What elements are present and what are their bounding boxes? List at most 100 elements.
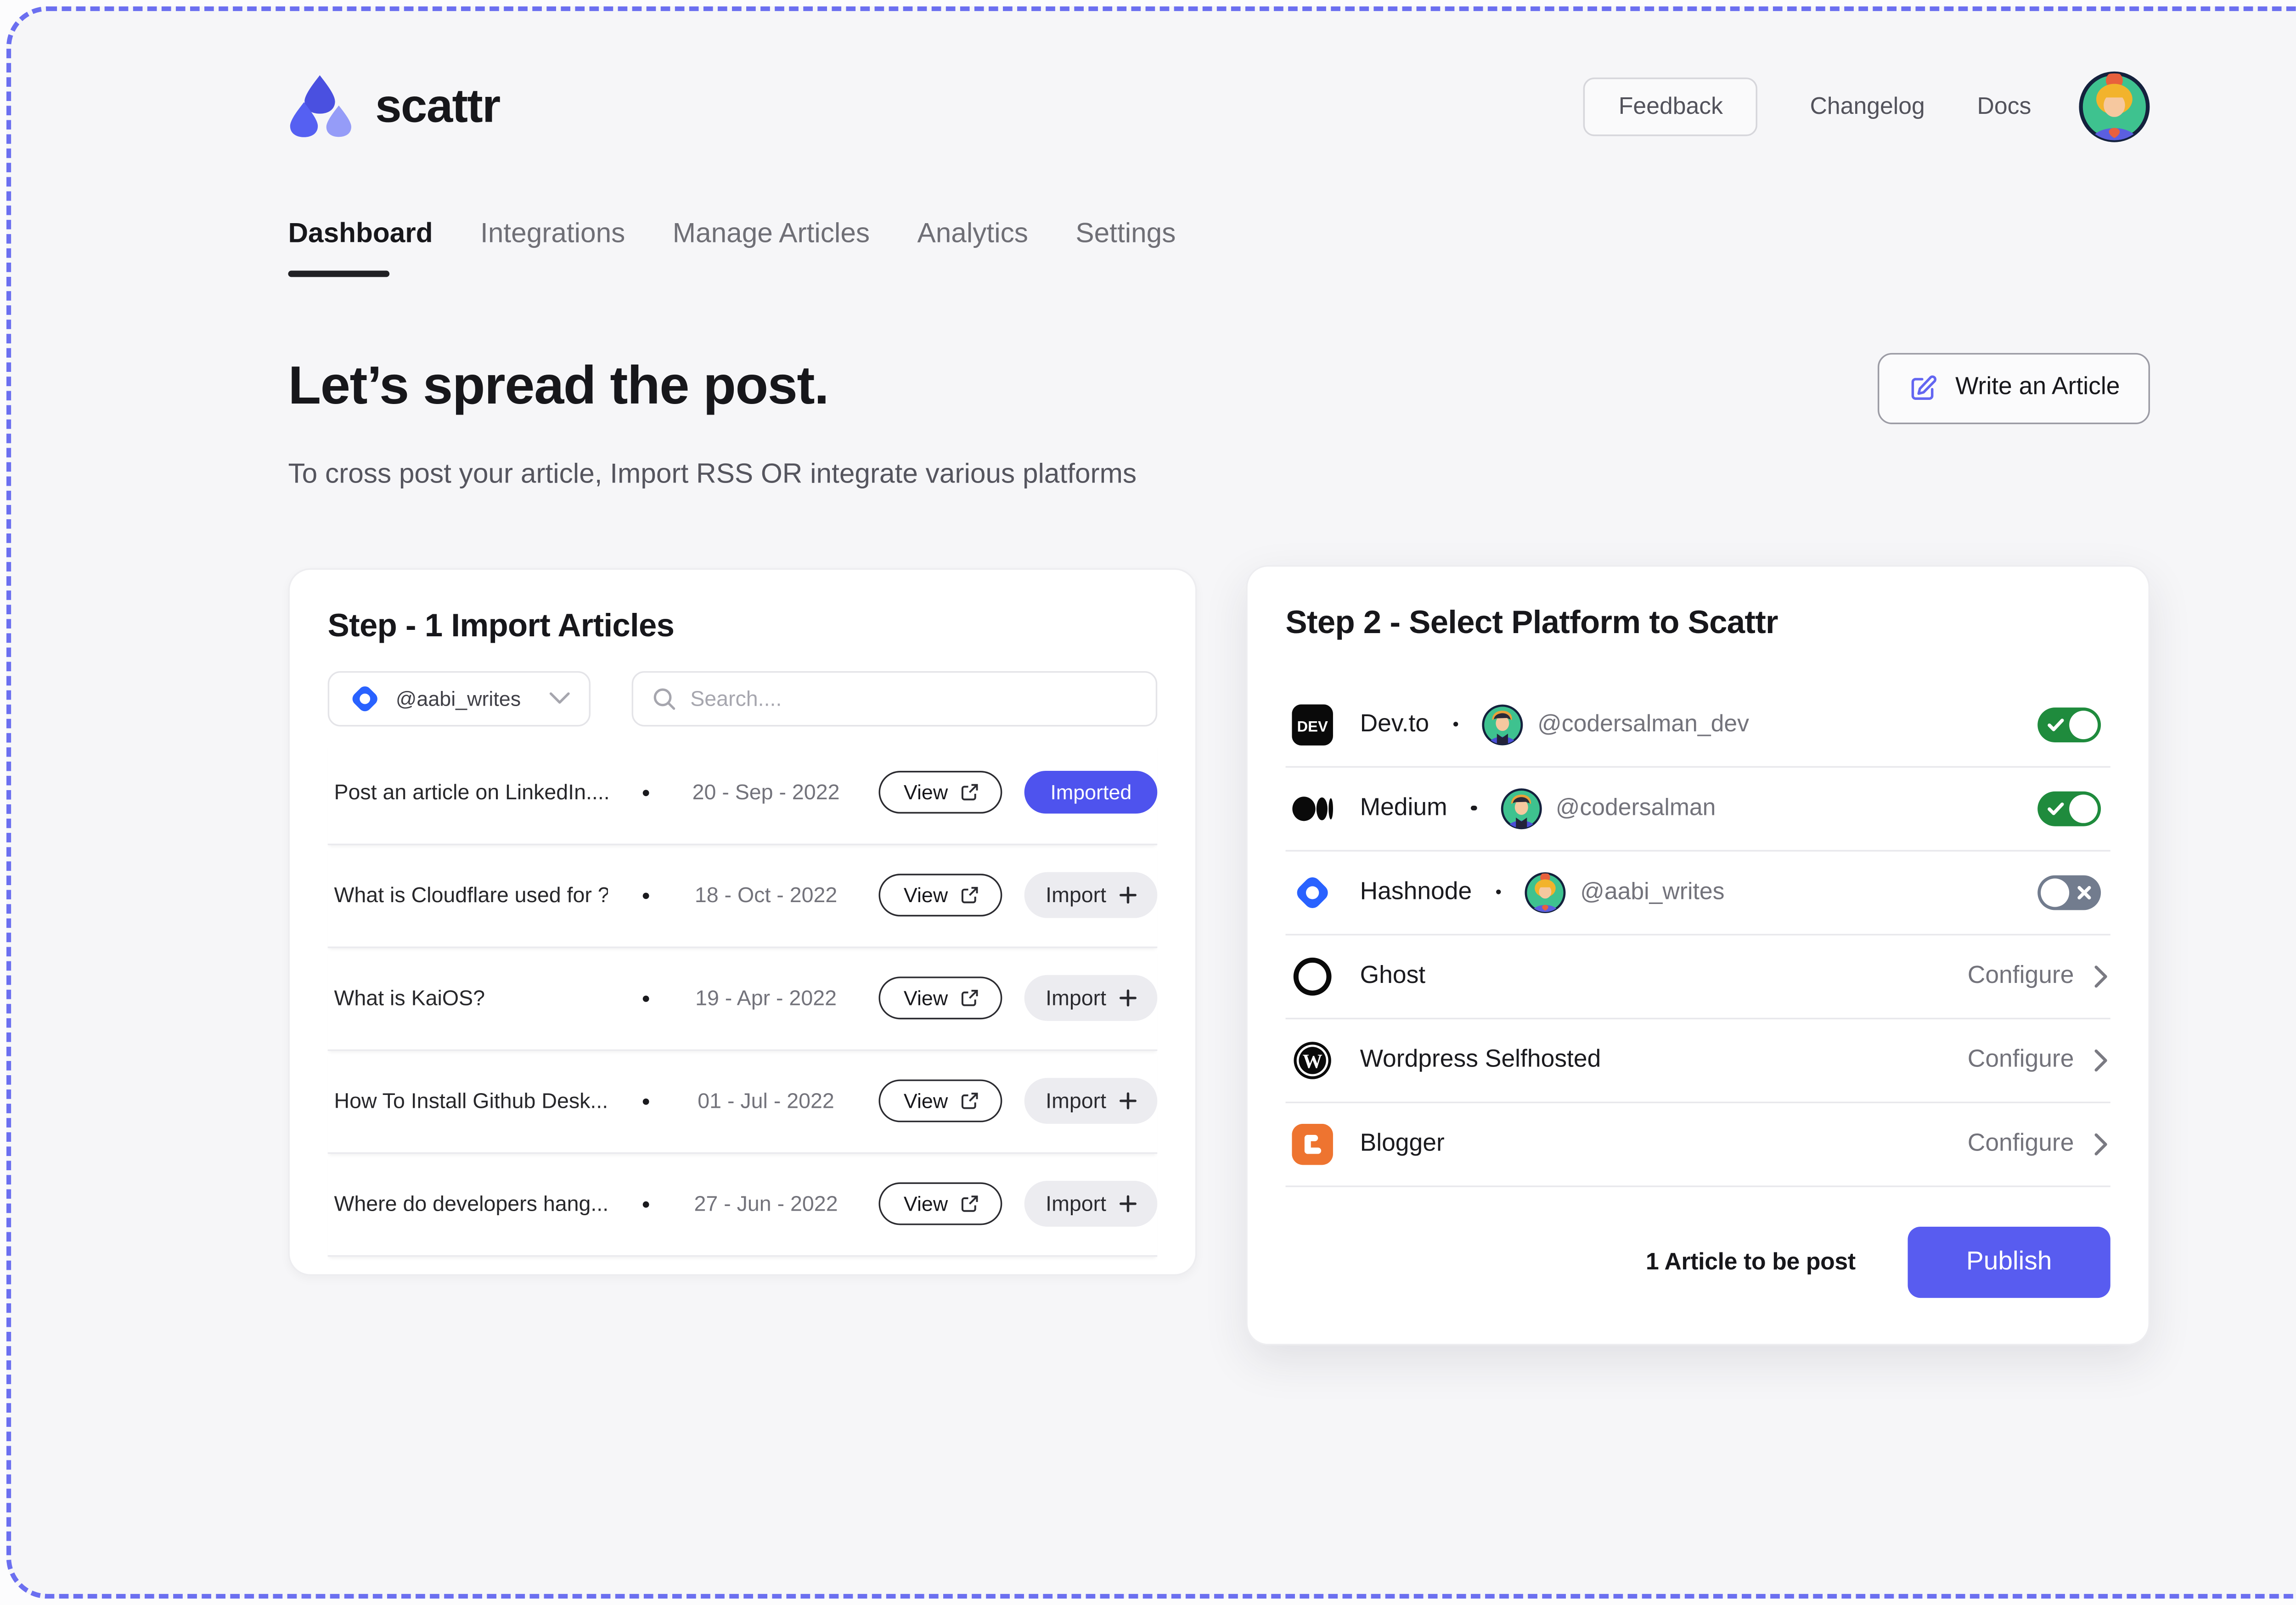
configure-label: Configure: [1968, 961, 2074, 990]
view-label: View: [904, 1089, 948, 1113]
platform-row-medium: Medium @codersalman: [1286, 767, 2110, 851]
feedback-button[interactable]: Feedback: [1584, 78, 1758, 136]
write-article-label: Write an Article: [1955, 374, 2120, 402]
toggle-knob: [2069, 710, 2098, 738]
account-dropdown[interactable]: @aabi_writes: [328, 670, 591, 726]
page-frame: scattr Feedback Changelog Docs Dashboard…: [6, 6, 2296, 1599]
bullet-dot: [643, 789, 650, 796]
account-avatar: [1525, 871, 1566, 913]
chevron-right-icon: [2094, 1133, 2107, 1155]
view-label: View: [904, 883, 948, 907]
plus-icon: [1119, 1195, 1137, 1212]
wordpress-icon: [1292, 1039, 1333, 1080]
edit-pen-icon: [1908, 373, 1938, 403]
article-title: What is Cloudflare used for ?: [334, 883, 608, 907]
page-title: Let’s spread the post.: [288, 355, 1137, 417]
imported-badge-button[interactable]: Imported: [1025, 771, 1158, 814]
platform-row-blogger: Blogger Configure: [1286, 1102, 2110, 1186]
devto-icon: [1292, 704, 1333, 745]
article-date: 18 - Oct - 2022: [675, 883, 857, 907]
user-avatar[interactable]: [2079, 71, 2150, 142]
brand-name: scattr: [375, 80, 500, 134]
account-avatar: [1482, 704, 1524, 745]
import-button[interactable]: Import: [1025, 872, 1158, 918]
external-link-icon: [961, 1092, 978, 1110]
page-subtitle: To cross post your article, Import RSS O…: [288, 457, 1137, 490]
article-row: Where do developers hang.... 27 - Jun - …: [328, 1153, 1158, 1256]
import-label: Import: [1046, 883, 1106, 907]
tab-settings[interactable]: Settings: [1075, 217, 1176, 250]
import-button[interactable]: Import: [1025, 975, 1158, 1021]
plus-icon: [1119, 1092, 1137, 1110]
check-icon: [2047, 801, 2065, 815]
view-button[interactable]: View: [879, 771, 1002, 814]
tab-manage-articles[interactable]: Manage Articles: [673, 217, 870, 250]
blogger-configure-link[interactable]: Configure: [1968, 1129, 2107, 1158]
ghost-icon: [1292, 955, 1333, 997]
active-tab-underline: [288, 271, 389, 276]
changelog-link[interactable]: Changelog: [1810, 93, 1925, 120]
header: scattr Feedback Changelog Docs: [288, 11, 2150, 142]
article-list: Post an article on LinkedIn..... 20 - Se…: [328, 741, 1158, 1256]
article-row: What is Cloudflare used for ? 18 - Oct -…: [328, 844, 1158, 947]
view-label: View: [904, 1192, 948, 1216]
step2-card: Step 2 - Select Platform to Scattr Dev.t…: [1246, 564, 2150, 1345]
wordpress-configure-link[interactable]: Configure: [1968, 1045, 2107, 1074]
import-label: Import: [1046, 1089, 1106, 1113]
blogger-icon: [1292, 1123, 1333, 1164]
configure-label: Configure: [1968, 1129, 2074, 1158]
view-label: View: [904, 986, 948, 1010]
medium-icon: [1292, 787, 1333, 829]
platform-row-devto: Dev.to @codersalman_dev: [1286, 683, 2110, 767]
hero: Let’s spread the post. To cross post you…: [288, 355, 2150, 490]
medium-toggle[interactable]: [2037, 791, 2101, 825]
ghost-configure-link[interactable]: Configure: [1968, 961, 2107, 990]
search-box: [632, 670, 1158, 726]
docs-link[interactable]: Docs: [1977, 93, 2032, 120]
import-button[interactable]: Import: [1025, 1078, 1158, 1124]
platform-name: Ghost: [1360, 961, 1426, 990]
scattr-logo-icon: [288, 72, 361, 142]
article-date: 20 - Sep - 2022: [675, 780, 857, 804]
plus-icon: [1119, 887, 1137, 904]
nav-tabs: Dashboard Integrations Manage Articles A…: [288, 217, 2150, 276]
bullet-dot: [1453, 721, 1458, 727]
platform-row-wordpress: Wordpress Selfhosted Configure: [1286, 1019, 2110, 1103]
chevron-right-icon: [2094, 1049, 2107, 1071]
step2-title: Step 2 - Select Platform to Scattr: [1286, 604, 2110, 642]
article-title: Post an article on LinkedIn.....: [334, 780, 608, 804]
view-button[interactable]: View: [879, 874, 1002, 916]
hashnode-toggle[interactable]: [2037, 875, 2101, 909]
bullet-dot: [643, 1098, 650, 1104]
article-date: 19 - Apr - 2022: [675, 986, 857, 1010]
search-input[interactable]: [690, 686, 1137, 710]
view-label: View: [904, 780, 948, 804]
write-article-button[interactable]: Write an Article: [1878, 352, 2150, 423]
tab-dashboard[interactable]: Dashboard: [288, 217, 433, 250]
view-button[interactable]: View: [879, 1079, 1002, 1122]
platform-name: Hashnode: [1360, 878, 1472, 906]
brand-logo: scattr: [288, 72, 500, 142]
import-button[interactable]: Import: [1025, 1181, 1158, 1227]
toggle-knob: [2041, 878, 2069, 906]
check-icon: [2047, 717, 2065, 731]
view-button[interactable]: View: [879, 1182, 1002, 1225]
article-date: 01 - Jul - 2022: [675, 1089, 857, 1113]
tab-integrations[interactable]: Integrations: [480, 217, 625, 250]
app-canvas: scattr Feedback Changelog Docs Dashboard…: [0, 0, 2296, 1605]
bullet-dot: [643, 892, 650, 898]
external-link-icon: [961, 989, 978, 1007]
devto-toggle[interactable]: [2037, 707, 2101, 741]
platform-row-ghost: Ghost Configure: [1286, 935, 2110, 1019]
publish-button[interactable]: Publish: [1908, 1226, 2110, 1297]
x-icon: [2077, 885, 2091, 899]
configure-label: Configure: [1968, 1045, 2074, 1074]
article-row: What is KaiOS? 19 - Apr - 2022 View Impo…: [328, 947, 1158, 1050]
tab-analytics[interactable]: Analytics: [917, 217, 1028, 250]
platform-name: Wordpress Selfhosted: [1360, 1045, 1601, 1074]
view-button[interactable]: View: [879, 976, 1002, 1019]
import-label: Import: [1046, 986, 1106, 1010]
external-link-icon: [961, 887, 978, 904]
account-avatar: [1500, 787, 1542, 829]
article-row: Post an article on LinkedIn..... 20 - Se…: [328, 741, 1158, 844]
